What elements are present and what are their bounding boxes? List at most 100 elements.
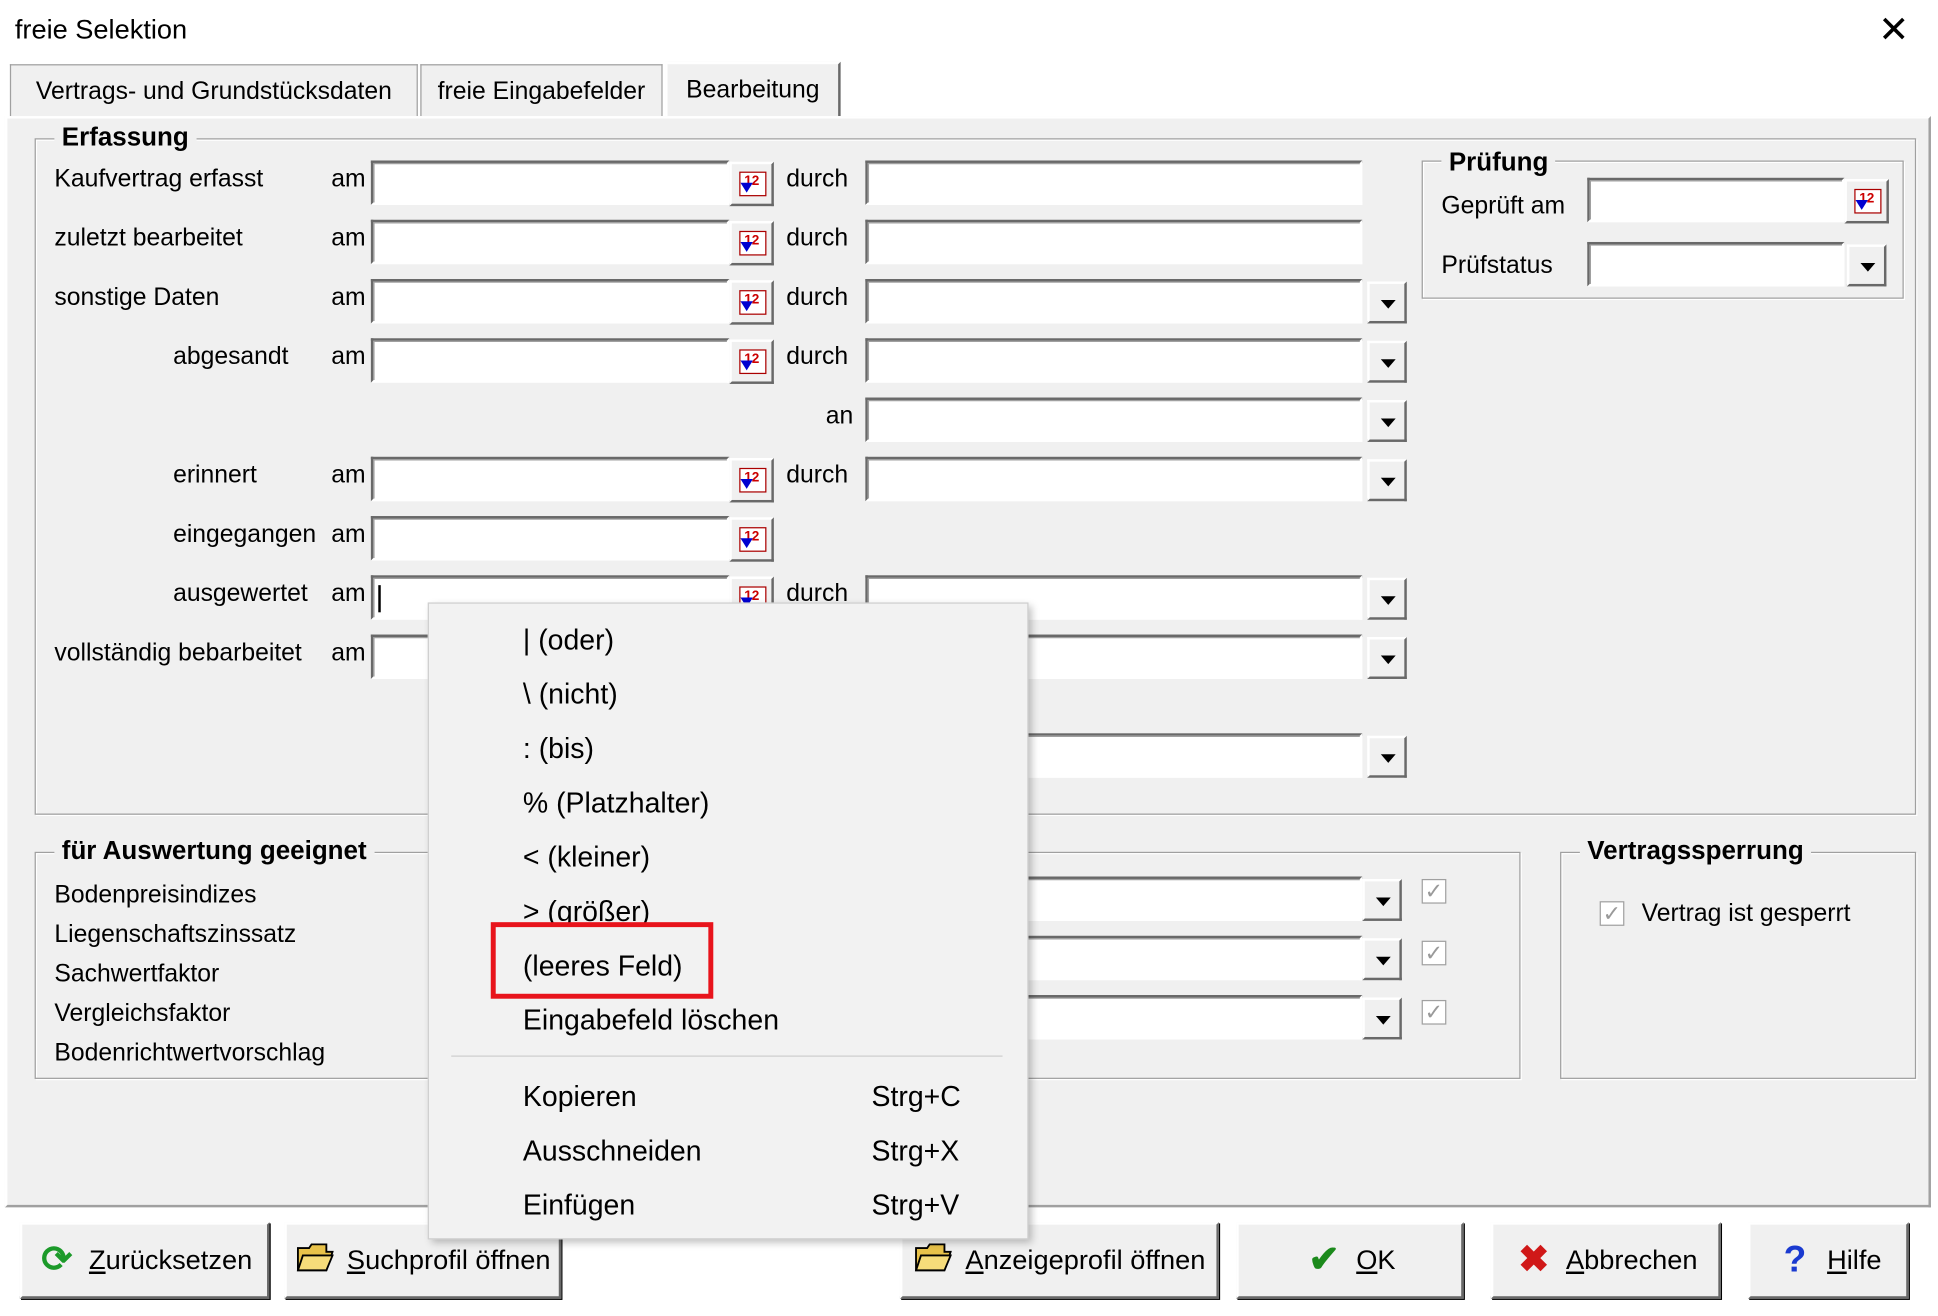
hilfe-button[interactable]: ? Hilfe	[1747, 1222, 1909, 1299]
calendar-button[interactable]	[729, 220, 774, 266]
chevron-down-icon[interactable]	[1367, 281, 1407, 324]
calendar-button[interactable]	[729, 339, 774, 384]
auswertung-checkbox[interactable]: ✓	[1421, 999, 1447, 1025]
label-erinnert: erinnert	[173, 461, 257, 489]
abgesandt-an-select[interactable]	[865, 397, 1363, 442]
menu-item-bis[interactable]: : (bis)	[523, 730, 594, 767]
auswertung-select[interactable]	[1013, 876, 1363, 921]
tab-bearbeitung[interactable]: Bearbeitung	[665, 61, 841, 119]
menu-item-kopieren[interactable]: Kopieren	[523, 1078, 637, 1115]
group-vertragssperrung	[1560, 851, 1917, 1079]
label-ausgewertet: ausgewertet	[173, 580, 308, 608]
vertrag-gesperrt-checkbox[interactable]: ✓	[1599, 901, 1625, 926]
label-durch: durch	[786, 224, 849, 252]
question-icon: ?	[1783, 1239, 1807, 1281]
kaufvertrag-erfasst-durch-input[interactable]	[865, 160, 1363, 205]
group-erfassung-legend: Erfassung	[54, 123, 197, 154]
geprueft-am-input[interactable]	[1587, 177, 1845, 223]
label-abgesandt: abgesandt	[173, 343, 289, 371]
calendar-icon	[739, 230, 767, 256]
highlight-box-leeres-feld	[490, 922, 714, 999]
label-am: am	[331, 165, 366, 193]
checkmark-icon: ✔	[1308, 1239, 1340, 1281]
erinnert-durch-select[interactable]	[865, 456, 1363, 502]
chevron-down-icon[interactable]	[1362, 938, 1402, 981]
chevron-down-icon[interactable]	[1362, 997, 1402, 1040]
zuletzt-bearbeitet-durch-input[interactable]	[865, 219, 1363, 265]
calendar-icon	[1854, 188, 1882, 214]
calendar-button[interactable]	[729, 161, 774, 207]
zuletzt-bearbeitet-am-input[interactable]	[370, 219, 730, 265]
sonstige-daten-durch-select[interactable]	[865, 278, 1363, 324]
label-am: am	[331, 520, 366, 549]
auswertung-checkbox[interactable]: ✓	[1421, 940, 1447, 966]
label-an: an	[825, 402, 854, 430]
chevron-down-icon[interactable]	[1367, 340, 1407, 383]
calendar-icon	[739, 527, 767, 552]
menu-item-kleiner[interactable]: < (kleiner)	[523, 838, 650, 875]
folder-open-icon	[295, 1241, 335, 1281]
group-pruefung-legend: Prüfung	[1441, 148, 1556, 178]
chevron-down-icon[interactable]	[1362, 878, 1402, 921]
calendar-icon	[739, 349, 767, 375]
label-am: am	[331, 461, 366, 489]
menu-item-nicht[interactable]: \ (nicht)	[523, 675, 618, 712]
ok-button[interactable]: ✔ OK	[1236, 1222, 1464, 1299]
calendar-icon	[739, 290, 767, 315]
auswertung-select[interactable]	[1013, 995, 1363, 1040]
eingegangen-am-input[interactable]	[370, 516, 730, 561]
calendar-button[interactable]	[1844, 179, 1889, 224]
label-durch: durch	[786, 283, 849, 312]
label-pruefstatus: Prüfstatus	[1441, 251, 1553, 279]
abgesandt-durch-select[interactable]	[865, 338, 1363, 383]
label-sachwertfaktor: Sachwertfaktor	[54, 960, 220, 988]
label-vollstaendig-bearbeitet: vollständig bebarbeitet	[54, 639, 302, 667]
label-eingegangen: eingegangen	[173, 520, 317, 549]
tab-freie-eingabefelder[interactable]: freie Eingabefelder	[420, 64, 663, 117]
erinnert-am-input[interactable]	[370, 456, 730, 502]
chevron-down-icon[interactable]	[1367, 459, 1407, 502]
label-am: am	[331, 224, 366, 252]
auswertung-checkbox[interactable]: ✓	[1421, 878, 1447, 904]
label-am: am	[331, 580, 366, 608]
menu-item-oder[interactable]: | (oder)	[523, 621, 614, 658]
abgesandt-am-input[interactable]	[370, 338, 730, 383]
reset-button[interactable]: ⟳ Zurücksetzen	[19, 1222, 270, 1299]
chevron-down-icon[interactable]	[1846, 244, 1887, 287]
auswertung-select[interactable]	[1013, 935, 1363, 981]
group-vertragssperrung-legend: Vertragssperrung	[1579, 836, 1812, 867]
chevron-down-icon[interactable]	[1367, 399, 1407, 442]
calendar-icon	[739, 171, 767, 197]
calendar-button[interactable]	[729, 280, 774, 325]
kaufvertrag-erfasst-am-input[interactable]	[370, 160, 730, 205]
tab-vertrags-und-grundstuecksdaten[interactable]: Vertrags- und Grundstücksdaten	[9, 64, 418, 117]
menu-item-einfuegen[interactable]: Einfügen	[523, 1186, 635, 1223]
label-liegenschaftszinssatz: Liegenschaftszinssatz	[54, 920, 297, 949]
label-sonstige-daten: sonstige Daten	[54, 283, 220, 312]
menu-item-eingabefeld-loeschen[interactable]: Eingabefeld löschen	[523, 1001, 779, 1038]
chevron-down-icon[interactable]	[1367, 637, 1407, 679]
close-icon[interactable]: ✕	[1873, 10, 1915, 52]
label-geprueft-am: Geprüft am	[1441, 192, 1566, 220]
menu-item-ausschneiden[interactable]: Ausschneiden	[523, 1132, 702, 1169]
abbrechen-button[interactable]: ✖ Abbrechen	[1490, 1222, 1721, 1299]
label-am: am	[331, 343, 366, 371]
chevron-down-icon[interactable]	[1367, 735, 1407, 778]
calendar-button[interactable]	[729, 517, 774, 562]
label-am: am	[331, 639, 366, 667]
chevron-down-icon[interactable]	[1367, 577, 1407, 620]
label-zuletzt-bearbeitet: zuletzt bearbeitet	[54, 224, 243, 252]
sonstige-daten-am-input[interactable]	[370, 278, 730, 324]
label-am: am	[331, 283, 366, 312]
refresh-icon: ⟳	[41, 1239, 73, 1281]
label-durch: durch	[786, 343, 849, 371]
dialog-window: freie Selektion ✕ Vertrags- und Grundstü…	[0, 0, 1938, 1316]
text-caret	[378, 585, 381, 613]
group-auswertung-legend: für Auswertung geeignet	[54, 836, 375, 867]
menu-shortcut-ausschneiden: Strg+X	[871, 1134, 960, 1167]
menu-shortcut-kopieren: Strg+C	[871, 1080, 961, 1113]
label-durch: durch	[786, 461, 849, 489]
calendar-button[interactable]	[729, 457, 774, 503]
pruefstatus-select[interactable]	[1587, 241, 1845, 287]
menu-item-platzhalter[interactable]: % (Platzhalter)	[523, 784, 709, 821]
